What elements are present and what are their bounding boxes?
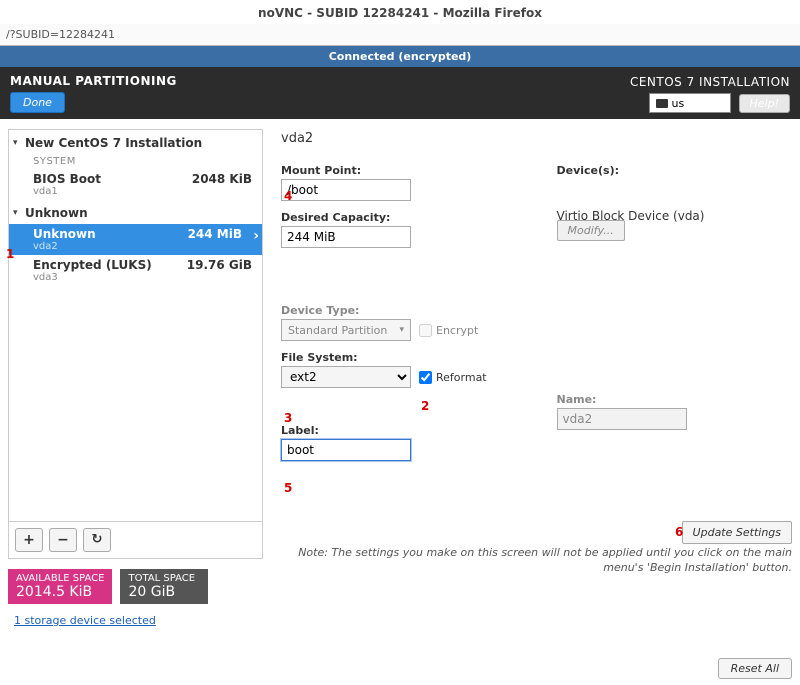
partition-heading: vda2 (281, 131, 792, 146)
device-type-label: Device Type: (281, 304, 517, 317)
tree-item-dev: vda2 (33, 241, 252, 252)
name-input (557, 408, 687, 430)
keyboard-icon (656, 99, 668, 108)
reformat-label: Reformat (436, 371, 487, 384)
tree-group-new[interactable]: New CentOS 7 Installation (9, 130, 262, 154)
device-type-value: Standard Partition (288, 324, 387, 337)
badge-value: 20 GiB (128, 584, 200, 600)
firefox-title: noVNC - SUBID 12284241 - Mozilla Firefox (0, 0, 800, 24)
storage-devices-link[interactable]: 1 storage device selected (14, 614, 156, 627)
tree-item-vda3[interactable]: Encrypted (LUKS) 19.76 GiB vda3 (9, 255, 262, 286)
url-bar[interactable]: /?SUBID=12284241 (0, 24, 800, 46)
tree-item-dev: vda3 (33, 272, 252, 283)
encrypt-label: Encrypt (436, 324, 478, 337)
device-type-select: Standard Partition ▾ (281, 319, 411, 341)
label-label: Label: (281, 424, 517, 437)
badge-label: TOTAL SPACE (128, 573, 200, 584)
done-button[interactable]: Done (10, 92, 65, 113)
badge-label: AVAILABLE SPACE (16, 573, 104, 584)
add-partition-button[interactable]: + (15, 528, 43, 552)
tree-system-label: SYSTEM (9, 154, 262, 169)
keyboard-layout-value: us (672, 97, 685, 110)
available-space-badge: AVAILABLE SPACE 2014.5 KiB (8, 569, 112, 604)
desired-capacity-label: Desired Capacity: (281, 211, 517, 224)
vnc-status: Connected (encrypted) (0, 46, 800, 67)
help-button[interactable]: Help! (739, 94, 791, 113)
desired-capacity-input[interactable] (281, 226, 411, 248)
chevron-down-icon: ▾ (399, 325, 404, 335)
tree-item-size: 244 MiB (188, 227, 242, 241)
encrypt-checkbox-row: Encrypt (419, 324, 478, 337)
update-settings-button[interactable]: Update Settings (682, 521, 792, 544)
label-input[interactable] (281, 439, 411, 461)
page-title: MANUAL PARTITIONING (10, 74, 630, 88)
mount-point-input[interactable] (281, 179, 411, 201)
tree-item-dev: vda1 (33, 186, 252, 197)
devices-label: Device(s): (557, 164, 793, 177)
tree-item-vda2[interactable]: Unknown 244 MiB › vda2 (9, 224, 262, 255)
name-label: Name: (557, 393, 793, 406)
total-space-badge: TOTAL SPACE 20 GiB (120, 569, 208, 604)
reset-all-button[interactable]: Reset All (718, 658, 792, 679)
mount-point-label: Mount Point: (281, 164, 517, 177)
reformat-checkbox[interactable] (419, 371, 432, 384)
install-title: CENTOS 7 INSTALLATION (630, 75, 790, 89)
anaconda-topbar: MANUAL PARTITIONING Done CENTOS 7 INSTAL… (0, 67, 800, 119)
partition-tree: New CentOS 7 Installation SYSTEM BIOS Bo… (8, 129, 263, 559)
chevron-right-icon: › (253, 228, 259, 244)
tree-group-unknown[interactable]: Unknown (9, 200, 262, 224)
tree-item-size: 19.76 GiB (187, 258, 252, 272)
keyboard-layout-select[interactable]: us (649, 93, 731, 113)
encrypt-checkbox (419, 324, 432, 337)
tree-item-size: 2048 KiB (192, 172, 252, 186)
reload-button[interactable]: ↻ (83, 528, 111, 552)
modify-button: Modify... (557, 220, 625, 241)
tree-item-bios-boot[interactable]: BIOS Boot 2048 KiB vda1 (9, 169, 262, 200)
reformat-checkbox-row[interactable]: Reformat (419, 371, 487, 384)
settings-note: Note: The settings you make on this scre… (281, 545, 792, 576)
badge-value: 2014.5 KiB (16, 584, 104, 600)
filesystem-select[interactable]: ext2 (281, 366, 411, 388)
remove-partition-button[interactable]: − (49, 528, 77, 552)
filesystem-label: File System: (281, 351, 517, 364)
